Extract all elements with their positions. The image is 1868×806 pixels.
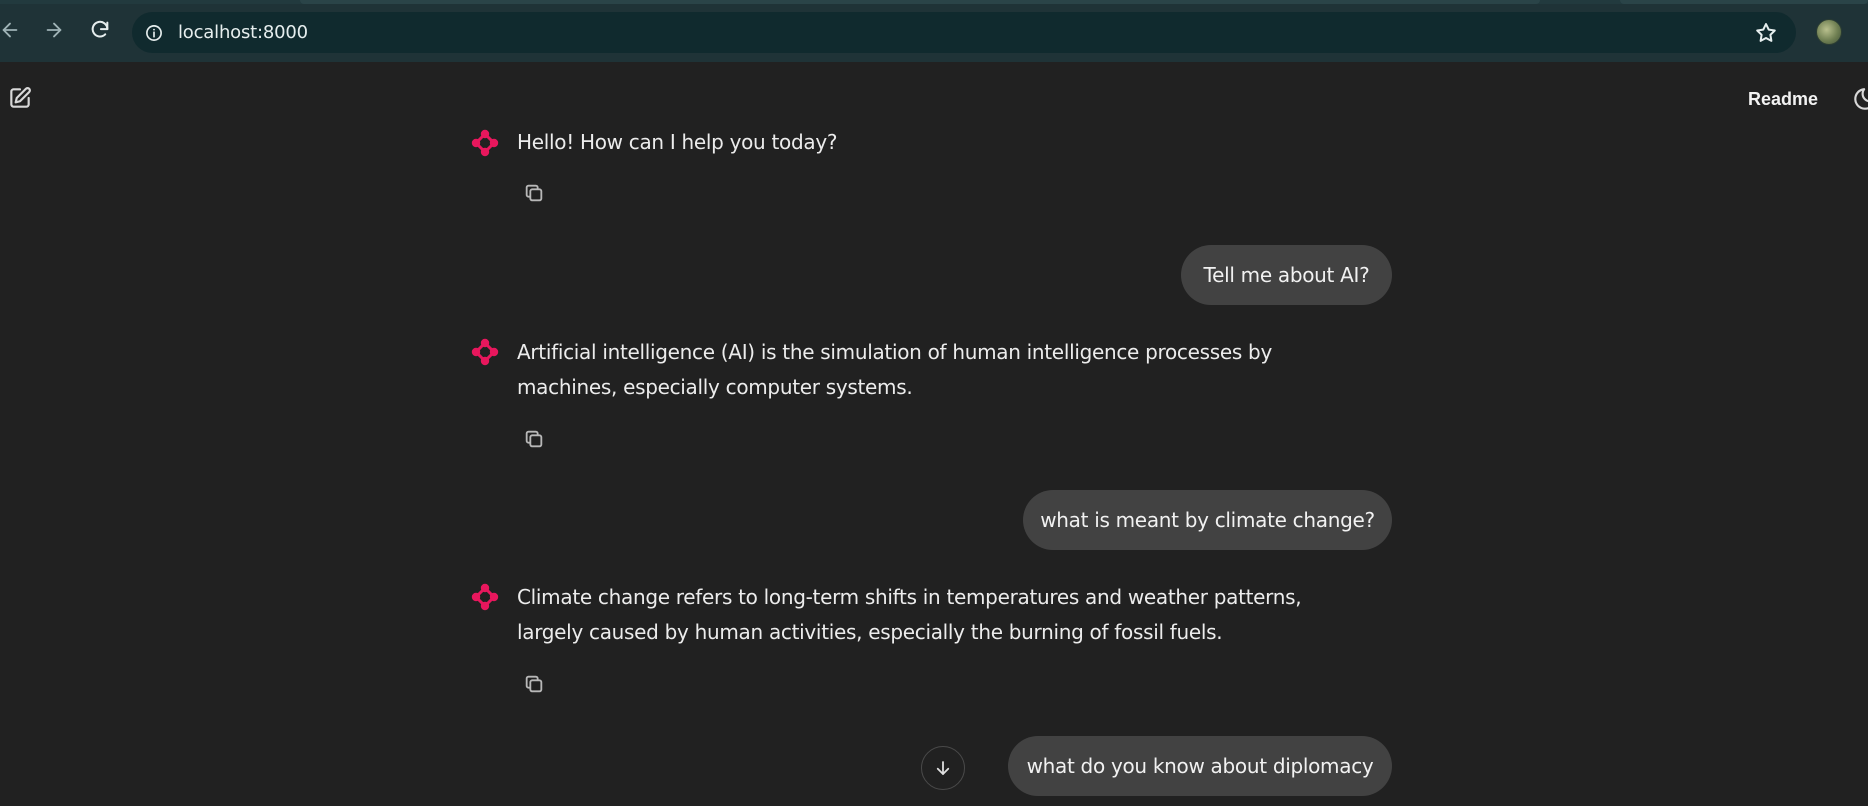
copy-button[interactable] bbox=[521, 671, 547, 697]
assistant-message-text: Climate change refers to long-term shift… bbox=[517, 585, 1302, 644]
edit-icon bbox=[10, 87, 31, 108]
user-message-text: Tell me about AI? bbox=[1203, 263, 1370, 287]
back-button[interactable] bbox=[0, 12, 28, 48]
inactive-tab-edge[interactable] bbox=[1620, 0, 1868, 4]
site-info-button[interactable] bbox=[144, 23, 164, 43]
url-text[interactable]: localhost:8000 bbox=[178, 22, 308, 43]
copy-button[interactable] bbox=[521, 426, 547, 452]
assistant-avatar bbox=[471, 338, 499, 366]
moon-icon bbox=[1854, 88, 1868, 110]
bookmark-star-button[interactable] bbox=[1754, 21, 1778, 45]
user-message-bubble: what is meant by climate change? bbox=[1023, 490, 1392, 550]
scroll-to-bottom-button[interactable] bbox=[921, 746, 965, 790]
sparkle-logo-icon bbox=[471, 338, 499, 366]
arrow-down-icon bbox=[936, 761, 950, 775]
arrow-right-icon bbox=[46, 22, 62, 38]
address-bar[interactable]: localhost:8000 bbox=[132, 12, 1796, 53]
user-message-bubble: Tell me about AI? bbox=[1181, 245, 1392, 305]
user-message-text: what do you know about diplomacy bbox=[1026, 754, 1374, 778]
assistant-avatar bbox=[471, 583, 499, 611]
copy-button[interactable] bbox=[521, 180, 547, 206]
browser-toolbar: localhost:8000 bbox=[0, 0, 1868, 62]
active-tab-edge[interactable] bbox=[300, 0, 1540, 4]
assistant-message-text: Hello! How can I help you today? bbox=[517, 130, 838, 154]
star-icon bbox=[1756, 23, 1776, 42]
readme-link[interactable]: Readme bbox=[1748, 89, 1818, 110]
sparkle-logo-icon bbox=[471, 583, 499, 611]
user-message-bubble: what do you know about diplomacy bbox=[1008, 736, 1392, 796]
profile-avatar[interactable] bbox=[1816, 19, 1842, 45]
copy-icon bbox=[525, 184, 543, 202]
assistant-avatar bbox=[471, 129, 499, 157]
tab-strip bbox=[0, 0, 1868, 4]
new-chat-button[interactable] bbox=[6, 84, 34, 112]
copy-icon bbox=[525, 675, 543, 693]
theme-toggle-button[interactable] bbox=[1852, 86, 1868, 112]
copy-icon bbox=[525, 430, 543, 448]
user-message-text: what is meant by climate change? bbox=[1040, 508, 1375, 532]
info-icon bbox=[146, 24, 162, 41]
assistant-message-text: Artificial intelligence (AI) is the simu… bbox=[517, 340, 1272, 399]
reload-icon bbox=[91, 20, 109, 38]
reload-button[interactable] bbox=[82, 12, 118, 48]
arrow-left-icon bbox=[2, 22, 18, 38]
forward-button[interactable] bbox=[36, 12, 72, 48]
sparkle-logo-icon bbox=[471, 129, 499, 157]
